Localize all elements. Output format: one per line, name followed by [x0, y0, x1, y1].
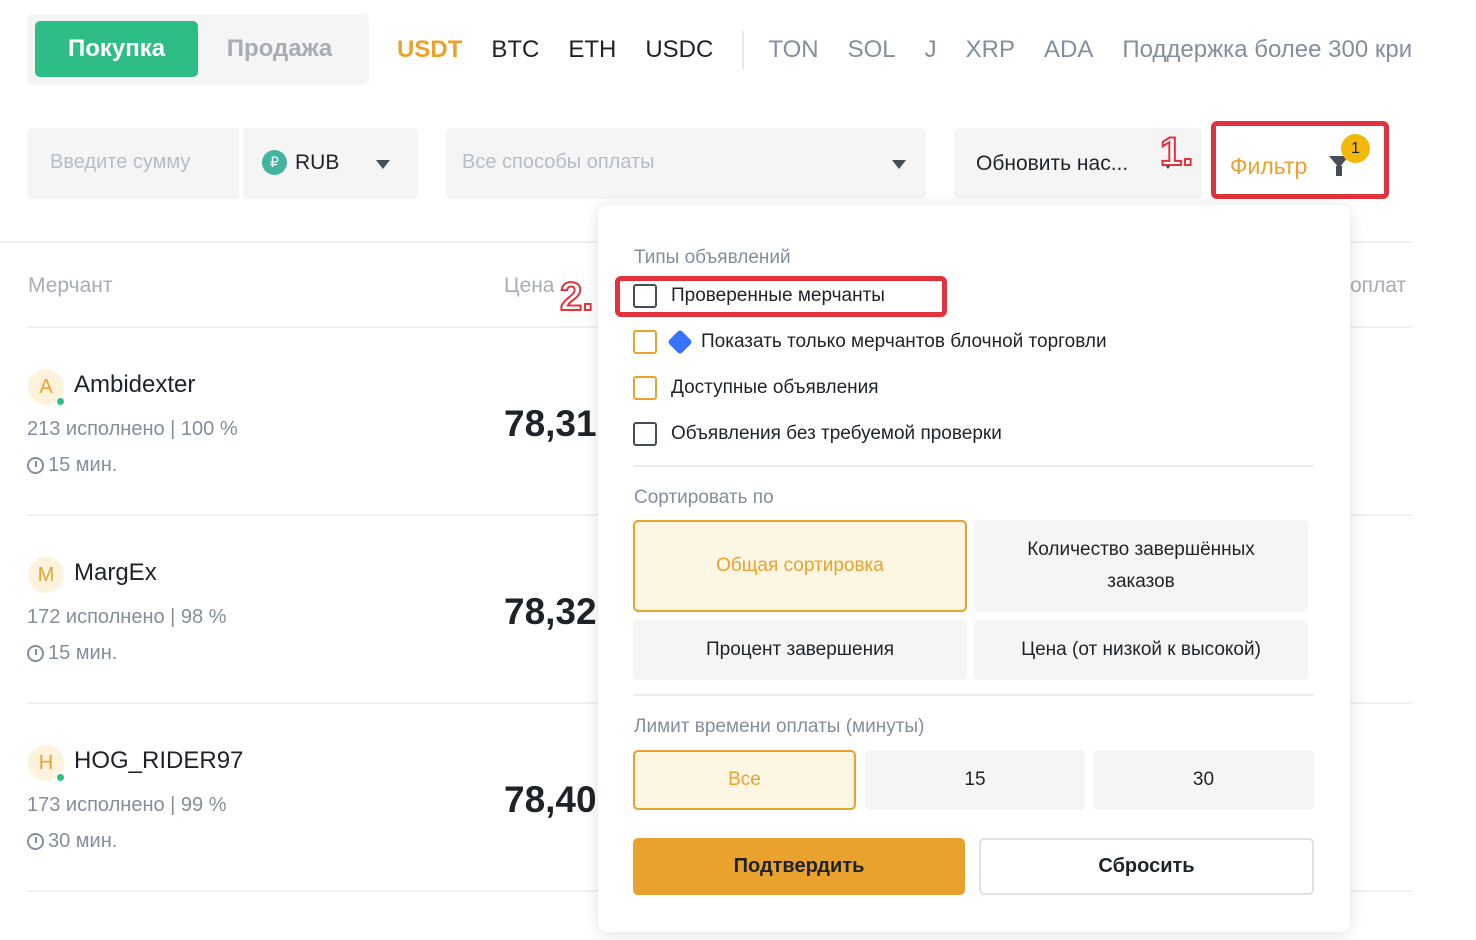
time-option-all[interactable]: Все [633, 750, 856, 810]
diamond-icon [667, 329, 693, 355]
trade-mode-toggle: Покупка Продажа [27, 14, 369, 85]
checkbox-block-trade-merchants[interactable]: Показать только мерчантов блочной торгов… [633, 329, 1107, 355]
clock-icon [27, 645, 44, 662]
filter-count-badge: 1 [1341, 134, 1370, 163]
merchant-name[interactable]: HOG_RIDER97 [74, 747, 243, 775]
sort-option-general[interactable]: Общая сортировка [633, 520, 967, 612]
rub-icon: ₽ [262, 150, 287, 175]
coin-tab-usdc[interactable]: USDC [645, 36, 713, 64]
merchant-name[interactable]: Ambidexter [74, 371, 195, 399]
payment-time: 30 мин. [27, 830, 117, 853]
coin-tab-eth[interactable]: ETH [568, 36, 616, 64]
coin-tab-btc[interactable]: BTC [491, 36, 539, 64]
checkbox-label: Показать только мерчантов блочной торгов… [701, 331, 1107, 352]
table-row: M MargEx 172 исполнено | 98 % 15 мин. [27, 554, 587, 694]
step-marker-2: 2. [559, 274, 594, 320]
coin-tab-ada[interactable]: ADA [1044, 36, 1093, 64]
table-row: A Ambidexter 213 исполнено | 100 % 15 ми… [27, 366, 587, 506]
time-option-30[interactable]: 30 [1093, 750, 1314, 810]
checkbox-label: Доступные объявления [671, 377, 879, 398]
amount-filter: Введите сумму ₽ RUB [27, 128, 418, 199]
online-status-dot [56, 773, 65, 782]
step-marker-1: 1. [1159, 129, 1194, 175]
checkbox-available-ads[interactable]: Доступные объявления [633, 376, 879, 400]
merchant-stats: 213 исполнено | 100 % [27, 418, 238, 440]
payment-time-value: 30 мин. [48, 830, 118, 852]
coin-tab-j[interactable]: J [925, 36, 937, 64]
reset-button[interactable]: Сбросить [979, 838, 1314, 895]
confirm-button[interactable]: Подтвердить [633, 838, 965, 895]
price-value: 78,31 [504, 403, 597, 444]
coin-tabs: USDT BTC ETH USDC TON SOL J XRP ADA Подд… [397, 31, 1412, 69]
sort-option-completed-orders[interactable]: Количество завершённых заказов [974, 520, 1308, 612]
ad-types-title: Типы объявлений [634, 247, 791, 268]
filter-dropdown-panel: Типы объявлений Проверенные мерчанты Пок… [598, 205, 1350, 932]
sort-title: Сортировать по [634, 487, 774, 508]
time-option-15[interactable]: 15 [865, 750, 1085, 810]
price-value: 78,32 [504, 591, 597, 632]
chevron-down-icon [892, 160, 906, 169]
online-status-dot [56, 397, 65, 406]
table-row: H HOG_RIDER97 173 исполнено | 99 % 30 ми… [27, 742, 587, 882]
payment-time-value: 15 мин. [48, 454, 118, 476]
sort-option-completion-rate[interactable]: Процент завершения [633, 620, 967, 680]
col-header-payment: оплат [1350, 274, 1407, 297]
coin-tab-usdt[interactable]: USDT [397, 36, 462, 64]
highlight-box-step2 [615, 276, 947, 317]
price-value: 78,40 [504, 779, 597, 820]
more-coins-text[interactable]: Поддержка более 300 кри [1122, 36, 1412, 64]
chevron-down-icon[interactable] [376, 160, 390, 169]
time-limit-title: Лимит времени оплаты (минуты) [634, 716, 925, 737]
payment-time-value: 15 мин. [48, 642, 118, 664]
payment-method-placeholder: Все способы оплаты [462, 151, 655, 173]
coin-tab-ton[interactable]: TON [768, 36, 818, 64]
avatar[interactable]: M [28, 557, 64, 593]
clock-icon [27, 457, 44, 474]
col-header-price: Цена [504, 274, 555, 297]
sell-tab[interactable]: Продажа [198, 21, 361, 77]
panel-divider [634, 694, 1314, 696]
merchant-name[interactable]: MargEx [74, 559, 157, 587]
checkbox[interactable] [633, 330, 657, 354]
currency-label: RUB [295, 150, 340, 174]
merchant-stats: 172 исполнено | 98 % [27, 606, 227, 628]
col-header-merchant: Мерчант [28, 274, 113, 297]
currency-select[interactable]: ₽ RUB [262, 150, 339, 175]
merchant-stats: 173 исполнено | 99 % [27, 794, 227, 816]
payment-method-select[interactable]: Все способы оплаты [446, 128, 926, 199]
coin-tab-sol[interactable]: SOL [848, 36, 896, 64]
refresh-settings-label: Обновить нас... [976, 152, 1129, 175]
checkbox-no-verification[interactable]: Объявления без требуемой проверки [633, 422, 1002, 446]
payment-time: 15 мин. [27, 642, 117, 665]
filter-icon-stem [1336, 166, 1342, 176]
coin-divider [742, 31, 745, 69]
coin-tab-xrp[interactable]: XRP [966, 36, 1015, 64]
checkbox[interactable] [633, 376, 657, 400]
panel-divider [634, 465, 1314, 467]
checkbox[interactable] [633, 422, 657, 446]
checkbox-label: Объявления без требуемой проверки [671, 423, 1002, 444]
sort-option-price-asc[interactable]: Цена (от низкой к высокой) [974, 620, 1308, 680]
payment-time: 15 мин. [27, 454, 117, 477]
amount-input[interactable]: Введите сумму [50, 151, 190, 174]
filter-button[interactable]: Фильтр 1 [1211, 121, 1389, 199]
buy-tab[interactable]: Покупка [35, 21, 198, 77]
amount-separator [239, 128, 243, 199]
clock-icon [27, 833, 44, 850]
filter-label: Фильтр [1230, 153, 1308, 179]
